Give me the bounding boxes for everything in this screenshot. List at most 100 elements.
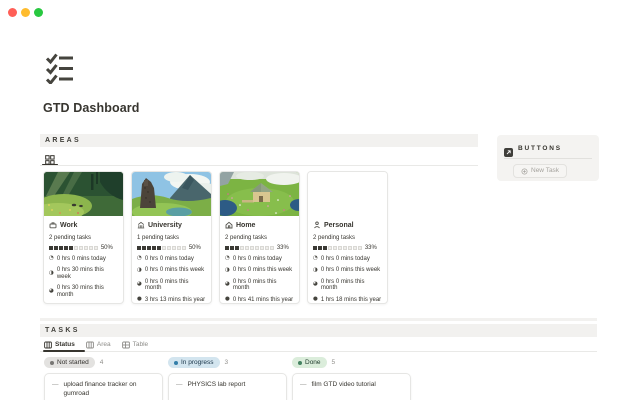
task-title: film GTD video tutorial	[312, 380, 376, 389]
pending-tasks-label: 2 pending tasks	[313, 235, 382, 241]
zoom-window-button[interactable]	[34, 8, 43, 17]
time-stat-year: ●1 hrs 18 mins this year	[313, 297, 382, 304]
quarter-circle-icon: ◔	[225, 256, 230, 262]
section-divider	[40, 318, 597, 321]
time-stat-month: ◕0 hrs 0 mins this month	[225, 279, 294, 292]
new-task-label: New Task	[531, 167, 559, 175]
half-circle-icon: ◑	[225, 268, 230, 274]
status-pill-done[interactable]: Done	[292, 357, 327, 368]
tasks-section-heading: TASKS	[40, 324, 597, 337]
tasks-view-tabs: Status Area Table	[44, 340, 148, 350]
time-stat-today: ◔0 hrs 0 mins today	[49, 256, 118, 263]
progress-percent: 50%	[101, 246, 113, 251]
progress-bar: 50%	[49, 246, 118, 251]
status-dot	[50, 361, 54, 365]
half-circle-icon: ◑	[137, 268, 142, 274]
active-tab-underline	[43, 350, 85, 352]
time-stat-text: 0 hrs 0 mins this week	[321, 267, 380, 274]
tab-status[interactable]: Status	[44, 341, 75, 349]
areas-view-divider	[40, 165, 478, 166]
board-column-not-started: Not started 4 — upload finance tracker o…	[44, 357, 163, 400]
time-stat-week: ◑0 hrs 0 mins this week	[137, 267, 206, 274]
board-icon	[86, 341, 94, 349]
gallery-view-tab[interactable]	[45, 152, 55, 162]
time-stat-text: 0 hrs 0 mins this week	[233, 267, 292, 274]
full-circle-icon: ●	[313, 297, 318, 303]
checklist-icon[interactable]	[45, 52, 75, 84]
time-stat-today: ◔0 hrs 0 mins today	[313, 256, 382, 263]
areas-section-heading: AREAS	[40, 134, 478, 147]
time-stat-month: ◕0 hrs 30 mins this month	[49, 285, 118, 298]
board-column-in-progress: In progress 3 — PHYSICS lab report	[168, 357, 287, 400]
person-icon	[313, 221, 321, 229]
three-quarter-circle-icon: ◕	[49, 289, 54, 295]
buttons-heading: BUTTONS	[518, 145, 562, 152]
three-quarter-circle-icon: ◕	[137, 282, 142, 288]
time-stat-text: 0 hrs 0 mins this week	[145, 267, 204, 274]
full-circle-icon: ●	[225, 297, 230, 303]
column-count: 3	[225, 359, 229, 366]
time-stat-text: 0 hrs 41 mins this year	[233, 297, 293, 304]
status-label: Not started	[57, 357, 89, 368]
school-icon	[137, 221, 145, 229]
three-quarter-circle-icon: ◕	[313, 282, 318, 288]
time-stat-text: 0 hrs 0 mins today	[145, 256, 194, 263]
area-name: Personal	[324, 222, 354, 229]
area-card-personal[interactable]: Personal 2 pending tasks 33% ◔0 hrs 0 mi…	[307, 171, 388, 304]
pending-tasks-label: 1 pending tasks	[137, 235, 206, 241]
minimize-window-button[interactable]	[21, 8, 30, 17]
area-name: University	[148, 222, 182, 229]
status-dot	[174, 361, 178, 365]
tab-label: Area	[97, 341, 111, 349]
window-controls	[8, 8, 43, 17]
progress-bar: 33%	[313, 246, 382, 251]
time-stat-text: 0 hrs 0 mins this month	[145, 279, 206, 292]
area-name: Work	[60, 222, 77, 229]
time-stat-year: ●3 hrs 13 mins this year	[137, 297, 206, 304]
dash-icon: —	[300, 380, 307, 389]
board-column-done: Done 5 — film GTD video tutorial	[292, 357, 411, 400]
time-stat-text: 3 hrs 13 mins this year	[145, 297, 205, 304]
time-stat-week: ◑0 hrs 0 mins this week	[225, 267, 294, 274]
area-card-university[interactable]: University 1 pending tasks 50% ◔0 hrs 0 …	[131, 171, 212, 304]
new-task-button[interactable]: New Task	[513, 164, 567, 178]
buttons-panel: BUTTONS New Task	[497, 135, 599, 181]
time-stat-text: 0 hrs 0 mins this month	[233, 279, 294, 292]
tab-label: Table	[133, 341, 149, 349]
task-card[interactable]: — PHYSICS lab report	[168, 373, 287, 400]
dash-icon: —	[176, 380, 183, 389]
page-title[interactable]: GTD Dashboard	[43, 101, 139, 115]
progress-bar: 33%	[225, 246, 294, 251]
time-stat-week: ◑0 hrs 30 mins this week	[49, 267, 118, 280]
area-card-work[interactable]: Work 2 pending tasks 50% ◔0 hrs 0 mins t…	[43, 171, 124, 304]
time-stat-text: 0 hrs 30 mins this week	[57, 267, 118, 280]
tab-area[interactable]: Area	[86, 341, 111, 349]
time-stat-text: 1 hrs 18 mins this year	[321, 297, 381, 304]
areas-gallery: Work 2 pending tasks 50% ◔0 hrs 0 mins t…	[43, 171, 388, 304]
home-cover-image	[220, 172, 299, 216]
house-icon	[225, 221, 233, 229]
task-card[interactable]: — upload finance tracker on gumroad	[44, 373, 163, 400]
pending-tasks-label: 2 pending tasks	[225, 235, 294, 241]
status-label: Done	[305, 357, 321, 368]
table-icon	[122, 341, 130, 349]
progress-percent: 33%	[365, 246, 377, 251]
time-stat-text: 1 hrs 2 mins this year	[57, 303, 114, 304]
full-circle-icon: ●	[49, 304, 54, 305]
time-stat-text: 0 hrs 0 mins today	[233, 256, 282, 263]
quarter-circle-icon: ◔	[313, 256, 318, 262]
area-card-home[interactable]: Home 2 pending tasks 33% ◔0 hrs 0 mins t…	[219, 171, 300, 304]
time-stat-text: 0 hrs 0 mins today	[57, 256, 106, 263]
column-count: 4	[100, 359, 104, 366]
plus-circle-icon	[521, 168, 528, 175]
task-card[interactable]: — film GTD video tutorial	[292, 373, 411, 400]
progress-percent: 50%	[189, 246, 201, 251]
time-stat-text: 0 hrs 0 mins today	[321, 256, 370, 263]
status-pill-not-started[interactable]: Not started	[44, 357, 95, 368]
empty-cover	[308, 172, 387, 216]
status-pill-in-progress[interactable]: In progress	[168, 357, 220, 368]
close-window-button[interactable]	[8, 8, 17, 17]
tab-table[interactable]: Table	[122, 341, 149, 349]
university-cover-image	[132, 172, 211, 216]
task-title: PHYSICS lab report	[188, 380, 246, 389]
